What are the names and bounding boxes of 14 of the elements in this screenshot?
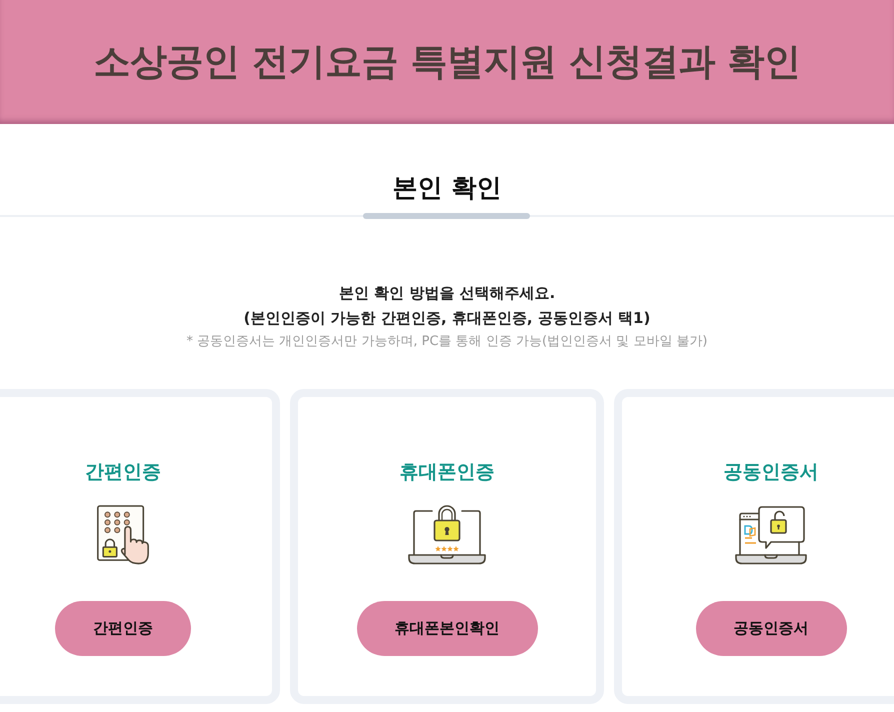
instruction-note: * 공동인증서는 개인인증서만 가능하며, PC를 통해 인증 가능(법인인증서 및 모바일 불가) [185,333,708,351]
section-heading: 본인 확인 [392,172,502,204]
keypad-hand-icon [96,505,150,565]
method-button[interactable]: 휴대폰본인확인 [356,601,538,656]
method-button[interactable]: 간편인증 [55,601,191,656]
page-title: 소상공인 전기요금 특별지원 신청결과 확인 [94,40,800,84]
method-title: 휴대폰인증 [400,460,494,485]
instruction-text: (본인인증이 가능한 간편인증, 휴대폰인증, 공동인증서 택1) [242,308,652,329]
method-title: 간편인증 [85,460,161,485]
laptop-chat-padlock-icon [735,505,807,565]
laptop-padlock-icon [408,505,486,565]
instruction-text: 본인 확인 방법을 선택해주세요. [338,283,556,304]
method-button[interactable]: 공동인증서 [696,601,846,656]
method-title: 공동인증서 [724,460,818,485]
